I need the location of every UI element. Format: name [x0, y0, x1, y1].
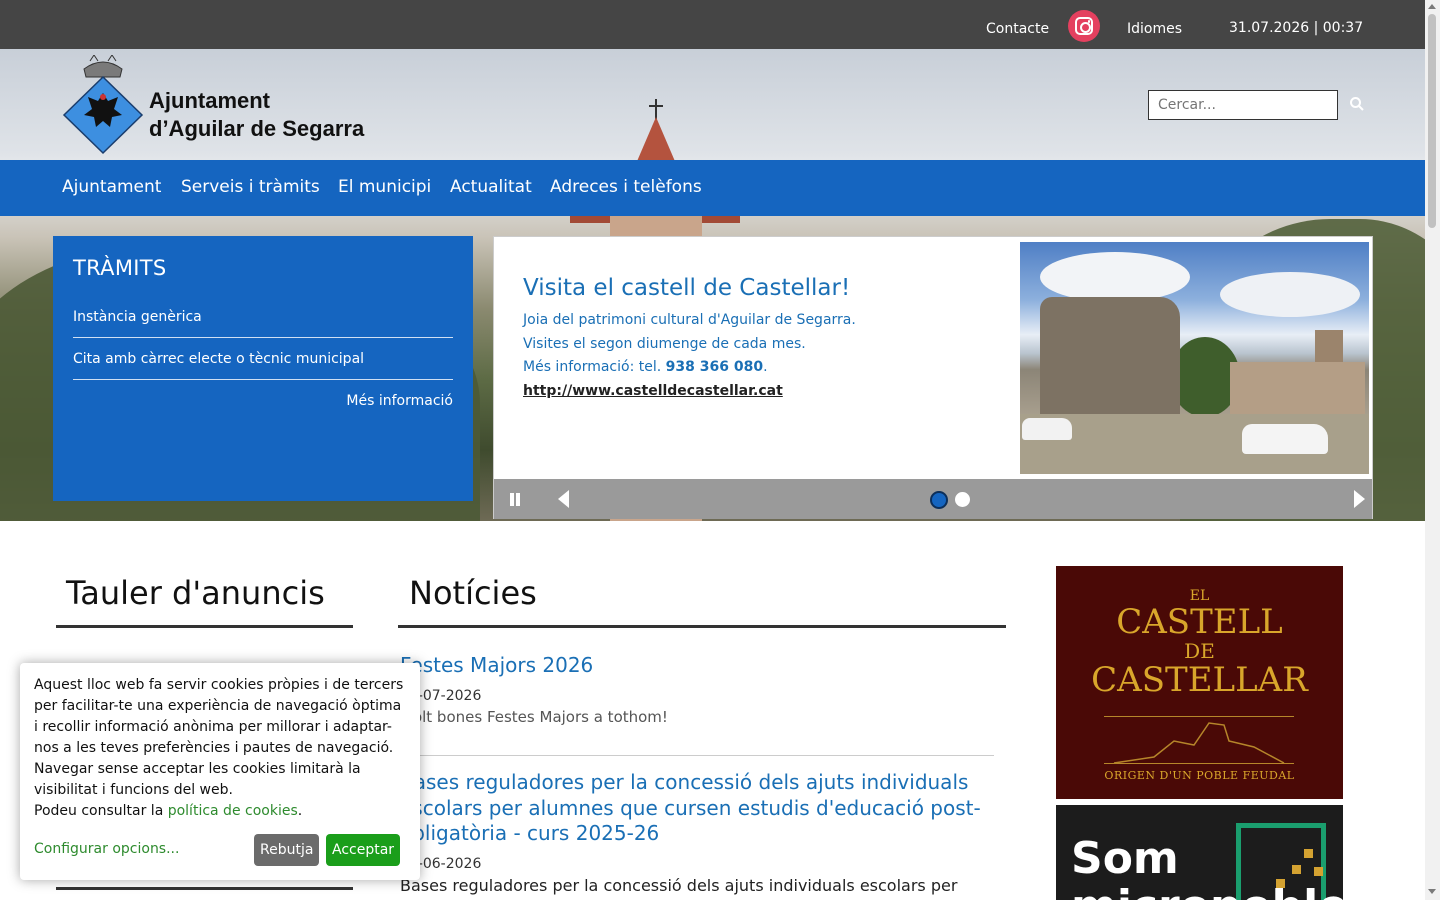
slide-title[interactable]: Visita el castell de Castellar!	[523, 275, 850, 301]
slide-phone: 938 366 080	[665, 359, 764, 375]
cookie-policy-suffix: .	[297, 803, 303, 819]
cookie-policy-link[interactable]: política de cookies	[168, 803, 298, 819]
scroll-down-icon[interactable]	[1428, 889, 1436, 894]
site-name: Ajuntament d’Aguilar de Segarra	[149, 87, 449, 143]
nav-item-serveis-tramits[interactable]: Serveis i tràmits	[181, 177, 320, 197]
cookie-text: Aquest lloc web fa servir cookies pròpie…	[34, 675, 406, 822]
nav-item-actualitat[interactable]: Actualitat	[450, 177, 532, 197]
accept-button[interactable]: Acceptar	[326, 834, 401, 866]
search-input[interactable]	[1148, 90, 1338, 120]
tramit-cita-carrec[interactable]: Cita amb càrrec electe o tècnic municipa…	[73, 351, 453, 380]
slide-info-prefix: Més informació: tel.	[523, 359, 666, 375]
coat-of-arms-icon	[62, 55, 144, 155]
cookie-policy-prefix: Podeu consultar la	[34, 803, 168, 819]
banner-castell-line2: DE	[1184, 639, 1215, 663]
top-bar: Contacte Idiomes 31.07.2026 | 00:37	[0, 0, 1425, 49]
banner-castell-title: CASTELL DE CASTELLAR	[1056, 602, 1343, 700]
scroll-up-icon[interactable]	[1428, 4, 1436, 9]
news-item: Bases reguladores per la concessió dels …	[400, 770, 1000, 895]
tramits-more-link[interactable]: Més informació	[346, 393, 453, 409]
reject-button[interactable]: Rebutja	[254, 834, 320, 866]
board-title-rule	[56, 625, 353, 628]
news-item-date: 17-06-2026	[400, 855, 482, 872]
castle-outline-icon	[1104, 716, 1294, 764]
board-title: Tauler d'anuncis	[66, 574, 325, 612]
search-icon[interactable]	[1349, 96, 1365, 112]
news-title-rule	[398, 625, 1006, 628]
chevron-right-icon[interactable]	[1354, 490, 1365, 508]
main-nav: Ajuntament Serveis i tràmits El municipi…	[0, 160, 1425, 216]
micropoble-text: Som micropoble	[1071, 833, 1343, 900]
news-item: Festes Majors 2026 07-07-2026 Molt bones…	[400, 653, 1000, 726]
news-title: Notícies	[409, 574, 537, 612]
current-datetime: 31.07.2026 | 00:37	[1229, 20, 1364, 36]
slide-text-line: Més informació: tel. 938 366 080.	[523, 359, 768, 375]
scrollbar-thumb[interactable]	[1428, 14, 1436, 228]
nav-item-municipi[interactable]: El municipi	[338, 177, 431, 197]
news-item-summary: Molt bones Festes Majors a tothom!	[400, 707, 668, 726]
tramits-title: TRÀMITS	[73, 256, 167, 280]
cookie-message: Aquest lloc web fa servir cookies pròpie…	[34, 677, 404, 798]
site-name-line1: Ajuntament	[149, 88, 270, 113]
tramits-panel: TRÀMITS Instància genèrica Cita amb càrr…	[53, 236, 473, 501]
news-item-summary: Bases reguladores per la concessió dels …	[400, 875, 958, 895]
nav-item-adreces-telefons[interactable]: Adreces i telèfons	[550, 177, 702, 197]
site-name-line2: d’Aguilar de Segarra	[149, 116, 365, 141]
slide-dot-1[interactable]	[930, 491, 948, 509]
featured-slider: Visita el castell de Castellar! Joia del…	[493, 236, 1373, 519]
chevron-left-icon[interactable]	[558, 490, 569, 508]
slider-controls	[494, 479, 1372, 519]
news-item-title[interactable]: Festes Majors 2026	[400, 653, 1000, 679]
configure-options-link[interactable]: Configurar opcions...	[34, 841, 179, 857]
slide-info-suffix: .	[763, 359, 768, 375]
castell-castellar-banner[interactable]: EL CASTELL DE CASTELLAR ORIGEN D'UN POBL…	[1056, 566, 1343, 799]
news-separator	[400, 755, 994, 756]
slide-text-line: Visites el segon diumenge de cada mes.	[523, 336, 806, 352]
news-item-title[interactable]: Bases reguladores per la concessió dels …	[400, 770, 1000, 847]
languages-link[interactable]: Idiomes	[1127, 21, 1182, 37]
castle-photo	[1020, 242, 1369, 474]
tramit-instancia-generica[interactable]: Instància genèrica	[73, 309, 453, 338]
micropoble-banner[interactable]: Som micropoble	[1056, 805, 1343, 900]
contact-link[interactable]: Contacte	[986, 21, 1049, 37]
board-bottom-rule	[56, 887, 353, 890]
page-scrollbar[interactable]	[1425, 0, 1440, 900]
cookie-consent-dialog: Aquest lloc web fa servir cookies pròpie…	[20, 663, 420, 880]
nav-item-ajuntament[interactable]: Ajuntament	[62, 177, 161, 197]
news-item-date: 07-07-2026	[400, 687, 482, 704]
slide-url-link[interactable]: http://www.castelldecastellar.cat	[523, 383, 783, 399]
slide-text-line: Joia del patrimoni cultural d'Aguilar de…	[523, 312, 856, 328]
slide-dot-2[interactable]	[955, 492, 970, 507]
pause-icon[interactable]	[508, 493, 522, 507]
banner-castell-tagline: ORIGEN D'UN POBLE FEUDAL	[1104, 769, 1295, 782]
instagram-icon[interactable]	[1068, 10, 1100, 42]
banner-castell-line3: CASTELLAR	[1091, 660, 1308, 700]
banner-castell-line1: CASTELL	[1116, 602, 1283, 642]
